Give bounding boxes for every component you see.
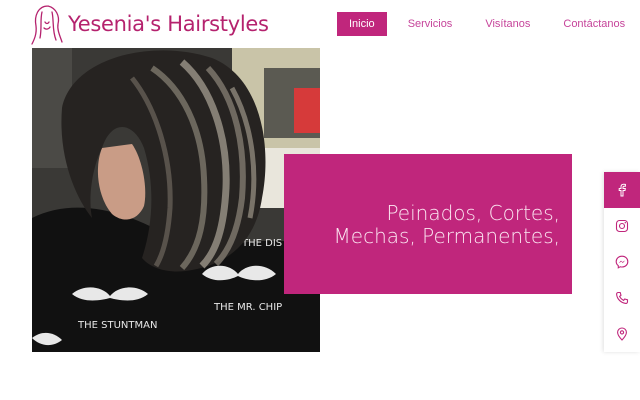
nav-inicio[interactable]: Inicio xyxy=(337,12,387,36)
main-nav: Inicio Servicios Visítanos Contáctanos xyxy=(337,12,640,36)
nav-contactanos[interactable]: Contáctanos xyxy=(551,12,637,36)
instagram-icon xyxy=(615,219,629,233)
social-sidebar xyxy=(604,172,640,352)
facebook-link[interactable] xyxy=(604,172,640,208)
logo[interactable]: Yesenia's Hairstyles xyxy=(30,2,269,46)
nav-servicios[interactable]: Servicios xyxy=(396,12,465,36)
cape-text-stuntman: THE STUNTMAN xyxy=(77,320,157,331)
location-icon xyxy=(617,327,627,341)
instagram-link[interactable] xyxy=(604,208,640,244)
messenger-icon xyxy=(615,255,629,269)
hero-photo: THE MR. CHIP THE STUNTMAN THE DIS xyxy=(32,48,320,352)
messenger-link[interactable] xyxy=(604,244,640,280)
facebook-icon xyxy=(618,183,626,197)
phone-link[interactable] xyxy=(604,280,640,316)
cape-text-mrchip: THE MR. CHIP xyxy=(213,302,282,313)
hair-photo-illustration: THE MR. CHIP THE STUNTMAN THE DIS xyxy=(32,48,320,352)
cape-text-dis: THE DIS xyxy=(241,238,282,249)
site-header: Yesenia's Hairstyles Inicio Servicios Vi… xyxy=(0,0,640,48)
hero-banner: Peinados, Cortes, Mechas, Permanentes, xyxy=(284,154,572,294)
banner-line-1: Peinados, Cortes, xyxy=(386,201,560,225)
phone-icon xyxy=(616,291,629,304)
location-link[interactable] xyxy=(604,316,640,352)
banner-line-2: Mechas, Permanentes, xyxy=(333,224,560,248)
nav-visitanos[interactable]: Visítanos xyxy=(473,12,542,36)
brand-name: Yesenia's Hairstyles xyxy=(68,12,269,36)
logo-woman-icon xyxy=(31,5,63,45)
